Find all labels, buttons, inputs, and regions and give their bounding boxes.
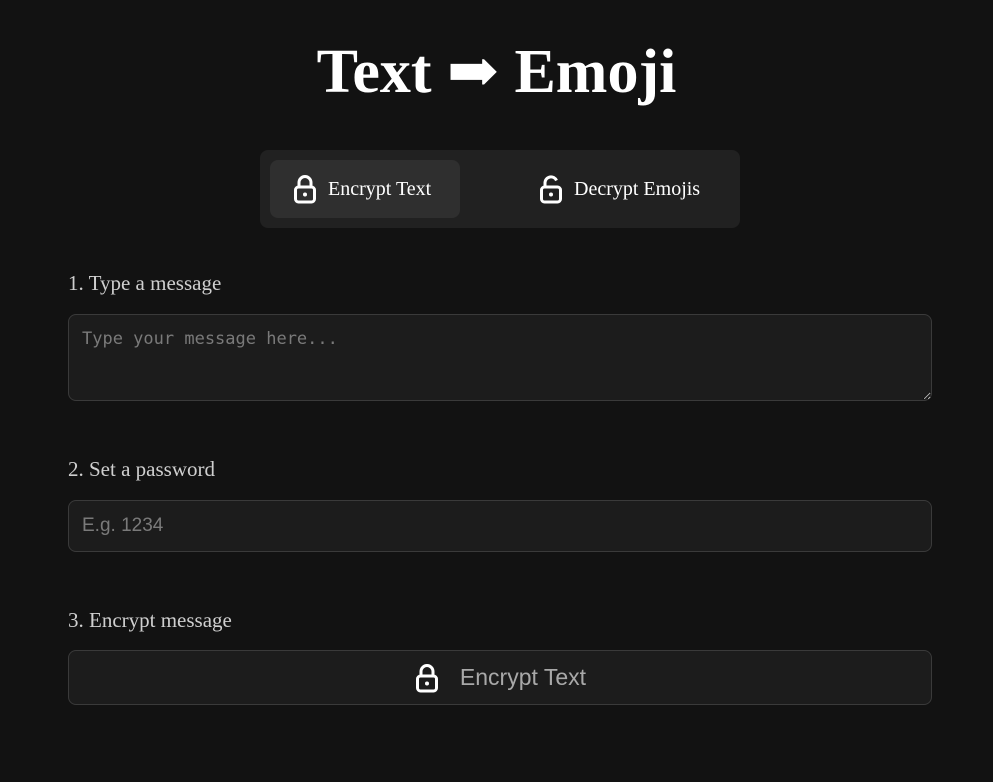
lock-icon	[292, 174, 318, 204]
encrypt-text-button[interactable]: Encrypt Text	[68, 650, 932, 705]
step-2-label: 2. Set a password	[68, 457, 215, 481]
app-page: Text ➡ Emoji Encrypt Text Decrypt Emojis…	[0, 0, 993, 782]
lock-icon	[414, 663, 440, 693]
step-3-label: 3. Encrypt message	[68, 608, 232, 632]
password-input[interactable]	[68, 500, 932, 552]
tab-encrypt-label: Encrypt Text	[328, 177, 432, 200]
tab-decrypt-emojis[interactable]: Decrypt Emojis	[530, 160, 730, 218]
tab-encrypt-text[interactable]: Encrypt Text	[270, 160, 460, 218]
message-input[interactable]	[68, 314, 932, 401]
tab-decrypt-label: Decrypt Emojis	[574, 177, 701, 200]
encrypt-button-label: Encrypt Text	[459, 664, 587, 690]
page-title: Text ➡ Emoji	[316, 38, 677, 106]
mode-tab-bar: Encrypt Text Decrypt Emojis	[260, 150, 740, 228]
lock-open-icon	[538, 174, 564, 204]
step-1-label: 1. Type a message	[68, 271, 222, 295]
